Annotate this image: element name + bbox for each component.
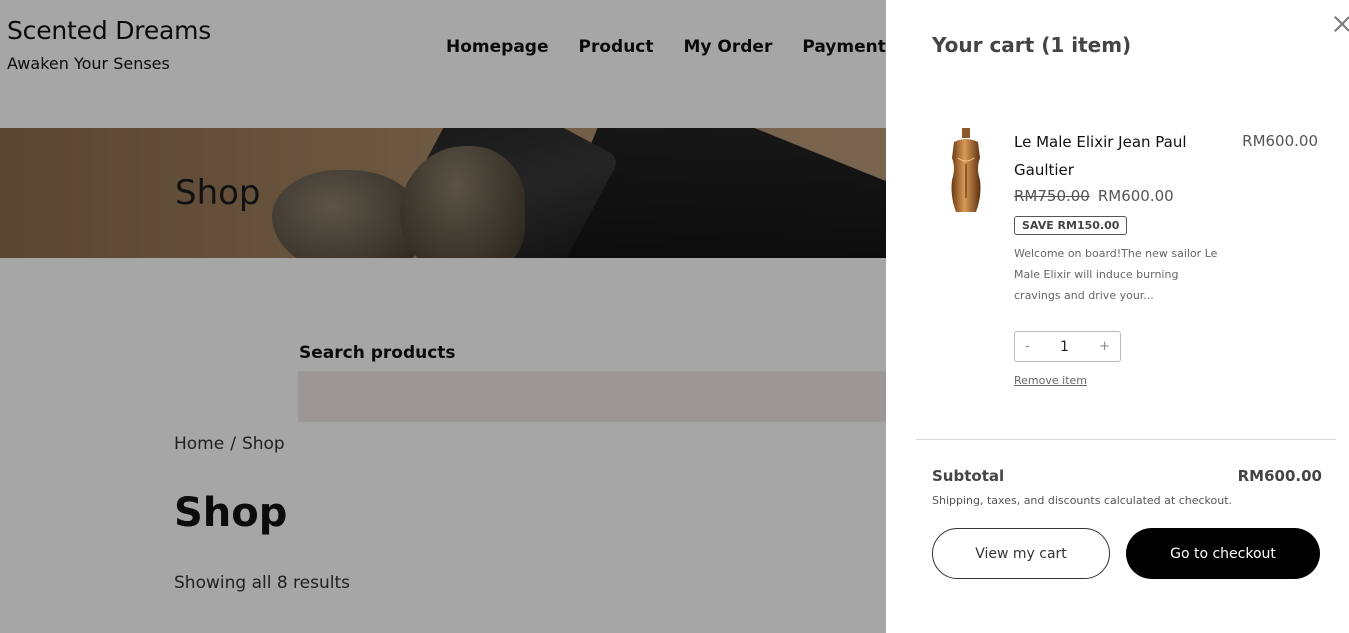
quantity-decrease-button[interactable]: - [1025,339,1030,354]
quantity-increase-button[interactable]: + [1099,339,1110,354]
cart-item-line-price: RM600.00 [1242,132,1318,150]
cart-item-name[interactable]: Le Male Elixir Jean Paul Gaultier [1014,128,1214,184]
remove-item-link[interactable]: Remove item [1014,374,1087,387]
quantity-stepper: - 1 + [1014,331,1121,362]
product-thumbnail[interactable] [946,128,986,214]
cart-drawer: Your cart (1 item) Le Male Elixir Jean P… [886,0,1349,633]
subtotal-label: Subtotal [932,467,1005,485]
quantity-value[interactable]: 1 [1060,339,1069,355]
shipping-note: Shipping, taxes, and discounts calculate… [932,494,1233,507]
banner-title: Shop [175,173,261,213]
cart-item-price: RM750.00 RM600.00 [1014,187,1174,205]
view-cart-button[interactable]: View my cart [932,528,1110,579]
sale-price: RM600.00 [1097,187,1174,205]
checkout-button[interactable]: Go to checkout [1126,528,1320,579]
close-icon[interactable] [1332,14,1349,34]
divider [916,439,1336,440]
subtotal-value: RM600.00 [1237,467,1322,485]
save-badge: SAVE RM150.00 [1014,216,1128,235]
cart-item-description: Welcome on board!The new sailor Le Male … [1014,247,1218,302]
old-price: RM750.00 [1014,187,1090,205]
cart-title: Your cart (1 item) [932,33,1132,57]
